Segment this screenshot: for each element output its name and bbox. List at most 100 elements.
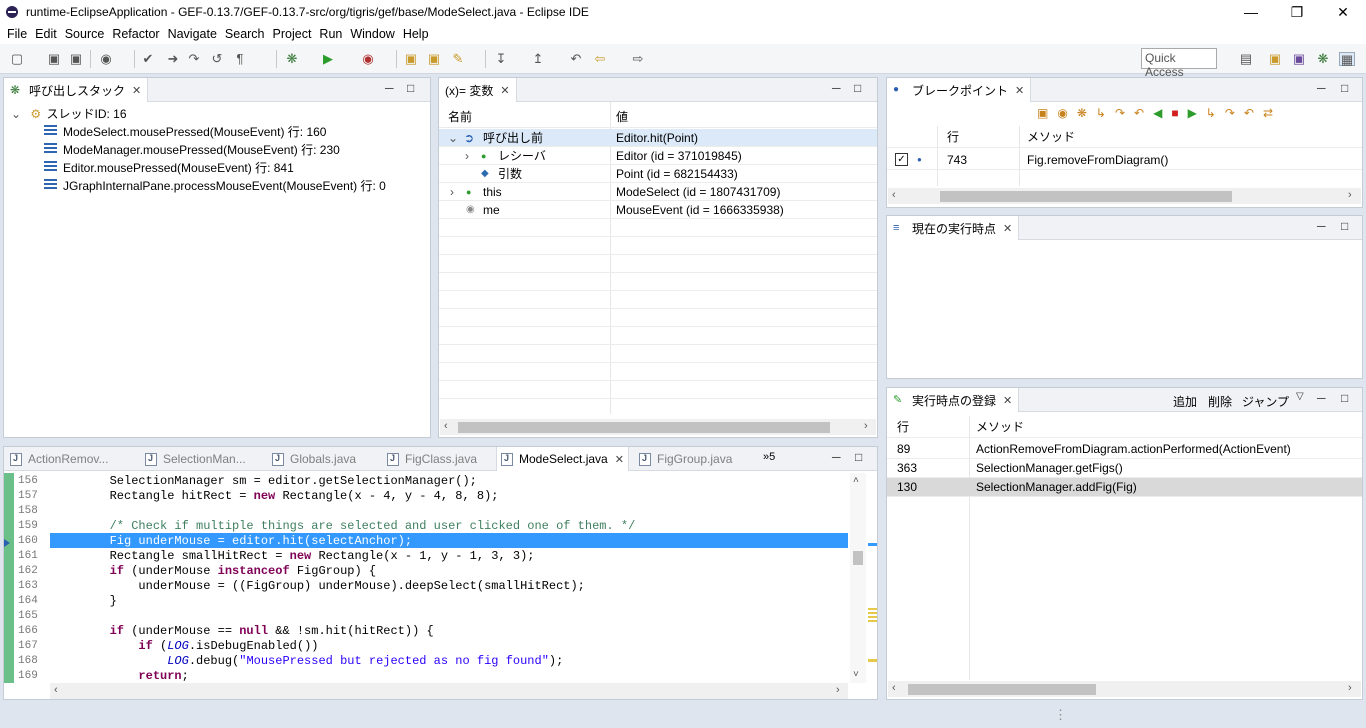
scroll-up-icon[interactable]: ˄ [853,475,859,486]
menu-refactor[interactable]: Refactor [112,27,159,41]
step-over-icon[interactable]: ↷ [1115,106,1134,120]
tab-current-point[interactable]: ≡ 現在の実行時点 ✕ [887,216,1020,240]
menu-edit[interactable]: Edit [35,27,57,41]
column-header-name[interactable]: 名前 [448,106,472,128]
minimize-icon[interactable]: ─ [1317,81,1326,95]
menu-run[interactable]: Run [319,27,342,41]
menu-icon[interactable]: ⇄ [1263,106,1282,120]
scroll-left-icon[interactable]: ‹ [444,420,448,432]
minimize-icon[interactable]: ─ [1317,219,1326,233]
minimize-icon[interactable]: ─ [385,81,394,95]
variable-row[interactable]: ◆ 引数 Point (id = 682154433) [439,165,877,183]
skip-icon[interactable]: ↷ [1225,106,1244,120]
chevron-down-icon[interactable]: ⌄ [448,129,458,147]
new-icon[interactable]: ▢ [9,52,25,66]
return-icon[interactable]: ↶ [1244,106,1263,120]
debug-perspective-icon[interactable]: ❋ [1315,52,1331,66]
menu-help[interactable]: Help [403,27,429,41]
menu-source[interactable]: Source [65,27,105,41]
search-icon[interactable]: ✎ [450,52,466,66]
maximize-icon[interactable]: □ [407,81,414,95]
column-header-method[interactable]: メソッド [976,416,1024,438]
debug-icon[interactable]: ❋ [284,52,300,66]
chevron-down-icon[interactable]: ⌄ [11,107,21,121]
step-icon[interactable]: ↳ [1206,106,1225,120]
next-annotation-icon[interactable]: ↧ [493,52,509,66]
scroll-thumb[interactable] [458,422,830,433]
step-return-icon[interactable]: ↶ [1134,106,1153,120]
jump-button[interactable]: ジャンプ [1242,393,1289,410]
remove-button[interactable]: 削除 [1208,393,1232,410]
minimize-icon[interactable]: ─ [832,450,841,464]
maximize-icon[interactable]: □ [854,81,861,95]
horizontal-scrollbar[interactable]: ‹ › [888,681,1361,697]
forward-icon[interactable]: ⇨ [630,52,646,66]
resource-perspective-icon[interactable]: ▦ [1339,52,1355,67]
editor-tab[interactable]: FigClass.java [383,447,481,471]
chevron-right-icon[interactable]: › [465,147,469,165]
close-icon[interactable]: ✕ [1015,84,1024,97]
close-icon[interactable]: ✕ [500,84,509,97]
variable-row[interactable]: › ● this ModeSelect (id = 1807431709) [439,183,877,201]
scroll-right-icon[interactable]: › [864,420,868,432]
add-button[interactable]: 追加 [1173,393,1197,410]
column-header-value[interactable]: 値 [616,106,628,128]
scroll-thumb[interactable] [853,551,863,565]
drop-frame-icon[interactable]: ↺ [209,52,225,66]
variable-row[interactable]: › ● レシーバ Editor (id = 371019845) [439,147,877,165]
maximize-icon[interactable]: □ [1341,391,1348,405]
save-all-icon[interactable]: ▣ [68,52,84,66]
menu-navigate[interactable]: Navigate [168,27,217,41]
scroll-right-icon[interactable]: › [1348,682,1352,694]
close-button[interactable]: ✕ [1320,0,1366,24]
tab-breakpoints[interactable]: ● ブレークポイント ✕ [887,78,1032,102]
column-header-line[interactable]: 行 [947,126,959,148]
step-over-icon[interactable]: ↷ [186,52,202,66]
open-perspective-icon[interactable]: ▤ [1238,52,1254,66]
tab-registered-points[interactable]: ✎ 実行時点の登録 ✕ [887,388,1020,412]
bug-icon[interactable]: ❋ [1077,106,1096,120]
profile-icon[interactable]: ◉ [98,52,114,66]
registered-row[interactable]: 363 SelectionManager.getFigs() [887,459,1362,478]
stack-frame[interactable]: ModeManager.mousePressed(MouseEvent) 行: … [44,141,386,159]
close-icon[interactable]: ✕ [1003,394,1012,407]
close-icon[interactable]: ✕ [132,84,141,97]
code-area[interactable]: 156 157 158 159 160 161 162 163 164 165 … [4,473,850,683]
registered-row[interactable]: 89 ActionRemoveFromDiagram.actionPerform… [887,440,1362,459]
open-icon[interactable]: ▣ [1037,106,1057,120]
resume-back-icon[interactable]: ◀ [1153,106,1171,120]
view-menu-icon[interactable]: ▽ [1296,391,1304,402]
scroll-thumb[interactable] [940,191,1232,202]
chevron-right-icon[interactable]: › [450,183,454,201]
close-icon[interactable]: ✕ [1003,222,1012,235]
column-header-line[interactable]: 行 [897,416,909,438]
scroll-left-icon[interactable]: ‹ [54,684,58,696]
menu-file[interactable]: File [7,27,27,41]
show-whitespace-icon[interactable]: ¶ [232,52,248,66]
editor-tab[interactable]: ActionRemov... [6,447,112,471]
open-type-icon[interactable]: ▣ [426,52,442,66]
editor-tab-active[interactable]: ModeSelect.java ✕ [496,447,629,471]
maximize-icon[interactable]: □ [855,450,862,464]
scroll-right-icon[interactable]: › [836,684,840,696]
skip-breakpoints-icon[interactable]: ✔ [140,52,156,66]
scroll-right-icon[interactable]: › [1348,189,1352,201]
scroll-left-icon[interactable]: ‹ [892,682,896,694]
menu-window[interactable]: Window [350,27,394,41]
last-edit-icon[interactable]: ↶ [568,52,584,66]
tab-callstack[interactable]: ❋ 呼び出しスタック ✕ [4,78,149,102]
terminate-icon[interactable]: ■ [1171,106,1187,120]
open-folder-icon[interactable]: ▣ [403,52,419,66]
column-header-method[interactable]: メソッド [1027,126,1075,148]
minimize-icon[interactable]: ─ [1317,391,1326,405]
tab-overflow[interactable]: »5 [763,451,775,463]
link-icon[interactable]: ◉ [1057,106,1076,120]
prev-annotation-icon[interactable]: ↥ [530,52,546,66]
quick-access-field[interactable]: Quick Access [1141,48,1217,79]
minimize-icon[interactable]: ─ [832,81,841,95]
close-icon[interactable]: ✕ [615,453,624,466]
scroll-down-icon[interactable]: ˅ [853,669,859,680]
editor-tab[interactable]: Globals.java [268,447,360,471]
minimize-button[interactable]: — [1228,0,1274,24]
editor-tab[interactable]: SelectionMan... [141,447,250,471]
